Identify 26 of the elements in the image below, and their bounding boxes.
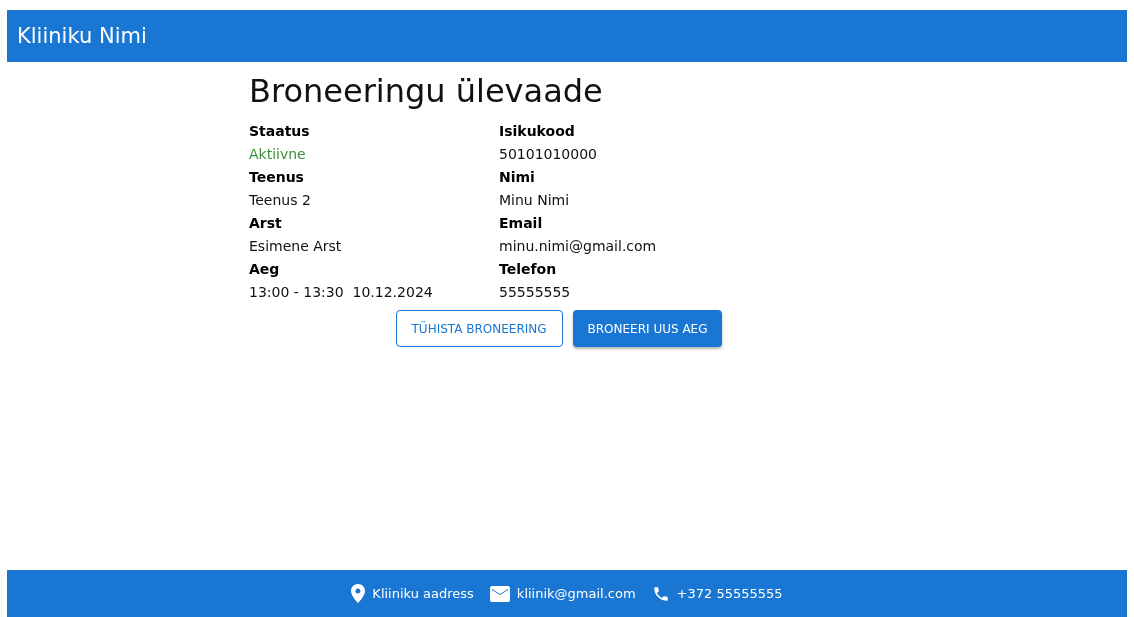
field-value: 13:00 - 13:30 10.12.2024 (249, 283, 434, 302)
phone-icon (651, 584, 670, 603)
cancel-button[interactable]: TÜHISTA BRONEERING (395, 310, 563, 347)
field-label: Staatus (249, 122, 311, 141)
field-label: Nimi (499, 168, 536, 187)
field-label: Telefon (499, 260, 558, 279)
field-value: 50101010000 (499, 145, 598, 164)
field-label: Teenus (249, 168, 305, 187)
book-button[interactable]: BRONEERI UUS AEG (572, 310, 723, 347)
footer-contact: kliinik@gmail.com (516, 586, 636, 601)
footer-contact: Kliiniku aadress (372, 586, 474, 601)
clinic-name: Kliiniku Nimi (17, 24, 147, 48)
field-value: Minu Nimi (499, 191, 571, 210)
field-label: Aeg (249, 260, 281, 279)
mail-icon (489, 585, 510, 602)
field-value: Teenus 2 (249, 191, 312, 210)
field-label: Email (499, 214, 544, 233)
field-value: 55555555 (499, 283, 572, 302)
field-label: Isikukood (499, 122, 576, 141)
field-value: Aktiivne (249, 145, 307, 164)
footer-contact: +372 55555555 (676, 586, 783, 601)
field-value: minu.nimi@gmail.com (499, 237, 658, 256)
field-label: Arst (249, 214, 283, 233)
location-pin-icon (351, 584, 366, 603)
page-title: Broneeringu ülevaade (249, 72, 604, 110)
field-value: Esimene Arst (249, 237, 343, 256)
